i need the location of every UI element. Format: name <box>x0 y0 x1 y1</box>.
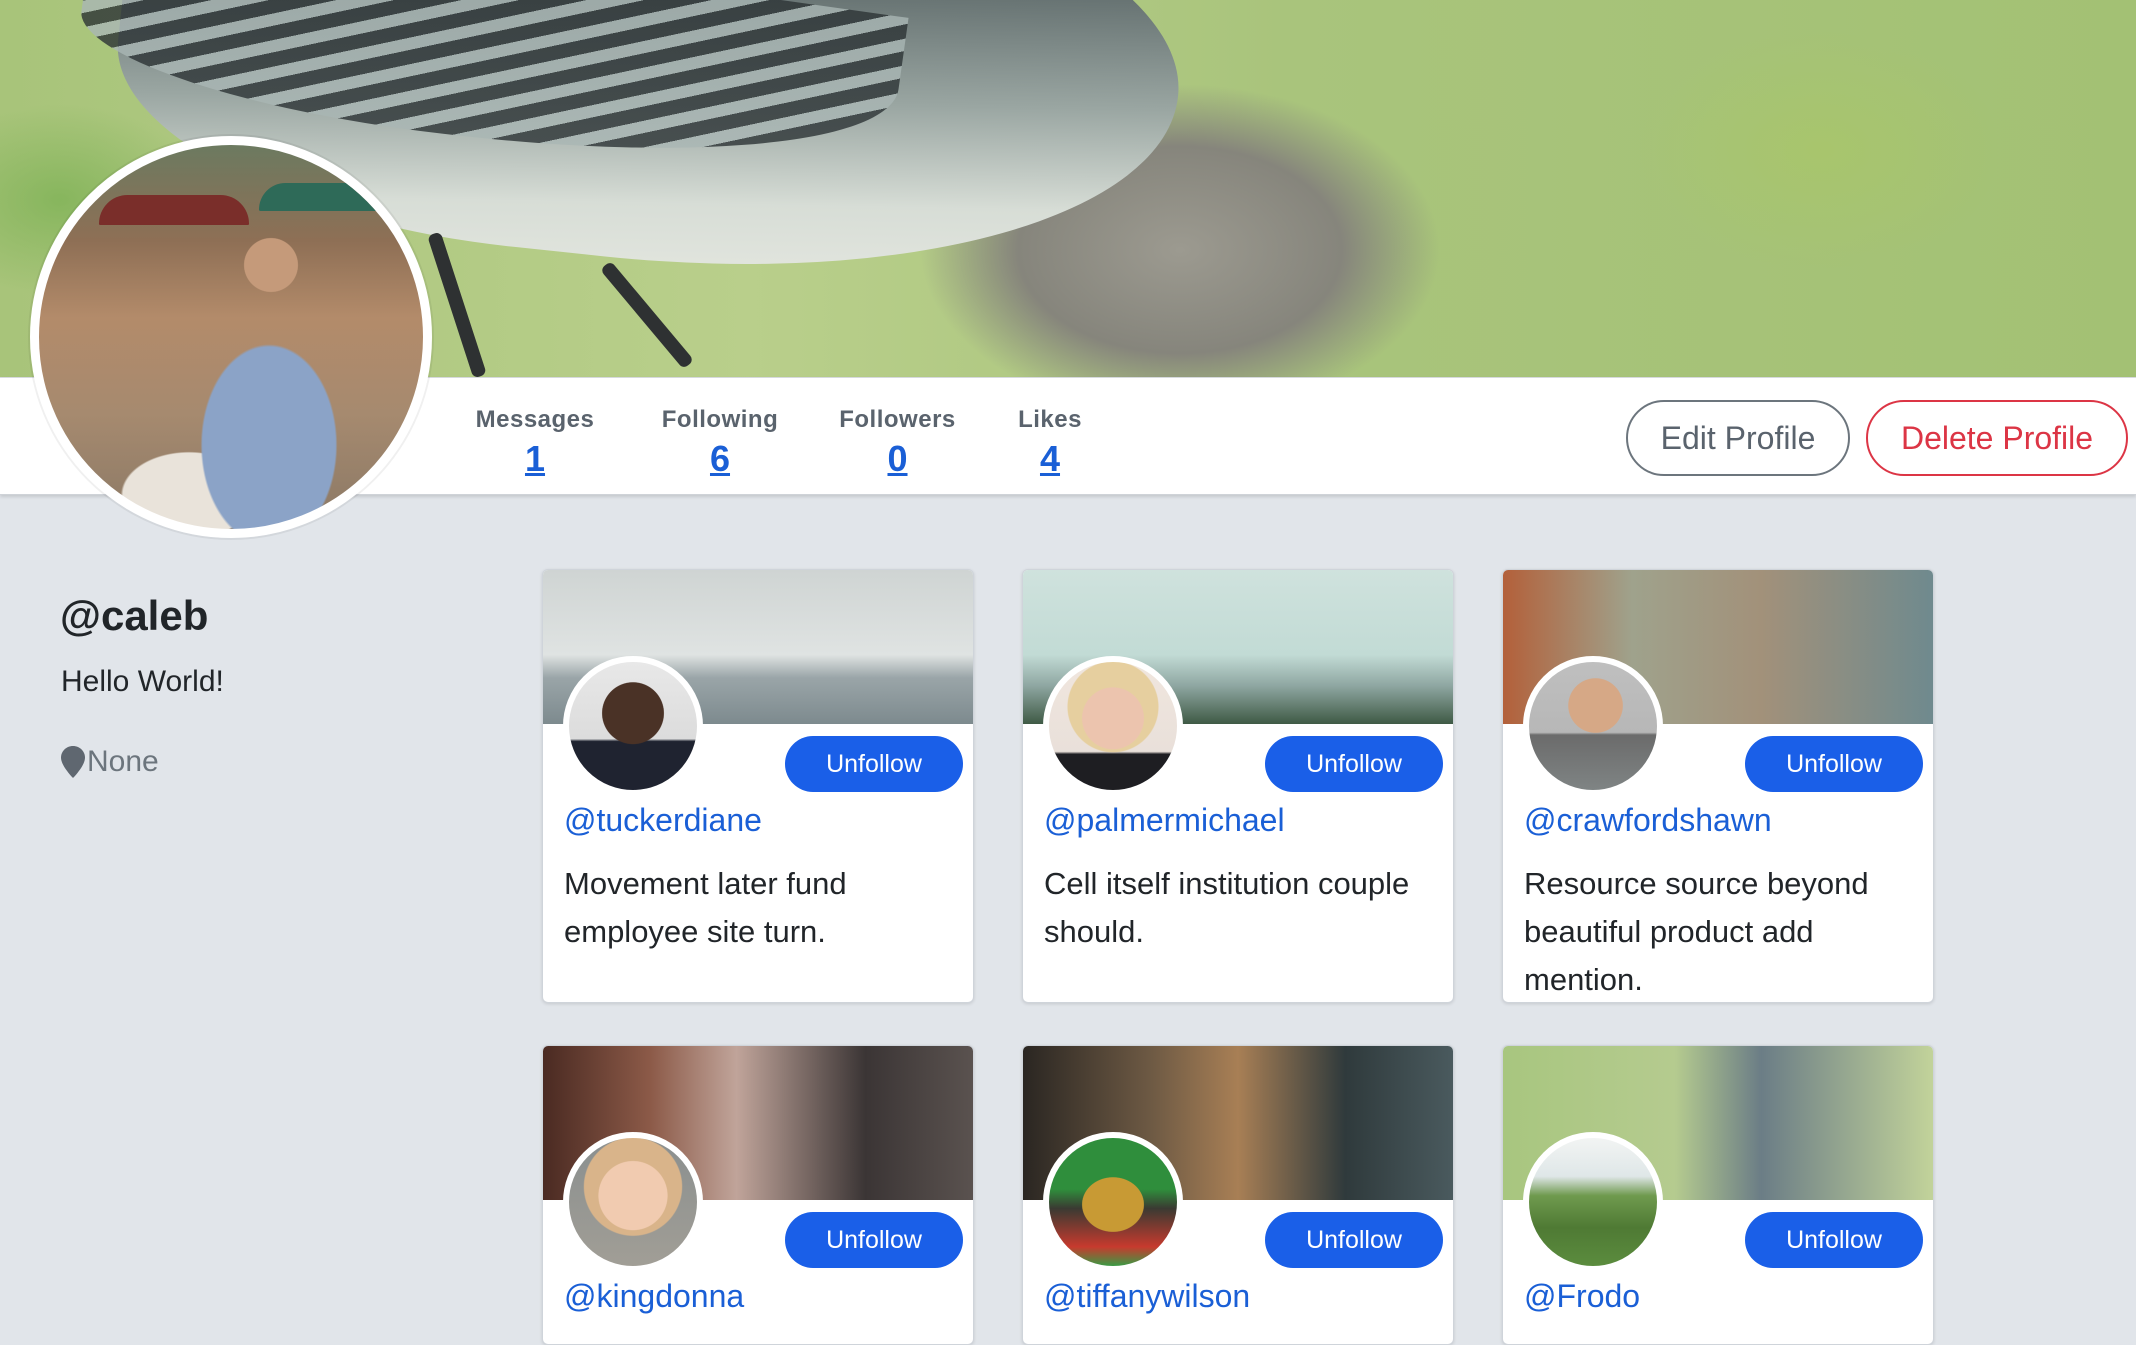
user-card: Unfollow @kingdonna <box>542 1045 974 1345</box>
user-card-username[interactable]: @palmermichael <box>1044 802 1285 839</box>
user-avatar <box>1523 1132 1663 1272</box>
stat-following: Following 6 <box>655 406 785 480</box>
unfollow-button[interactable]: Unfollow <box>1745 736 1923 792</box>
stat-likes: Likes 4 <box>1005 406 1095 480</box>
user-avatar <box>1523 656 1663 796</box>
stat-label: Messages <box>475 406 595 433</box>
user-card: Unfollow @crawfordshawn Resource source … <box>1502 569 1934 1003</box>
unfollow-button[interactable]: Unfollow <box>785 1212 963 1268</box>
user-card: Unfollow @palmermichael Cell itself inst… <box>1022 569 1454 1003</box>
user-card-username[interactable]: @tuckerdiane <box>564 802 762 839</box>
unfollow-button[interactable]: Unfollow <box>785 736 963 792</box>
profile-avatar <box>30 136 432 538</box>
unfollow-button[interactable]: Unfollow <box>1745 1212 1923 1268</box>
profile-bio: Hello World! <box>61 665 224 698</box>
unfollow-button[interactable]: Unfollow <box>1265 736 1443 792</box>
stat-label: Following <box>661 406 779 433</box>
user-card-bio: Movement later fund employee site turn. <box>564 866 847 949</box>
user-card-username[interactable]: @tiffanywilson <box>1044 1278 1250 1315</box>
user-card-username[interactable]: @kingdonna <box>564 1278 744 1315</box>
stat-value-link[interactable]: 0 <box>835 438 960 480</box>
stat-followers: Followers 0 <box>835 406 960 480</box>
stat-messages: Messages 1 <box>470 406 600 480</box>
user-card-username[interactable]: @Frodo <box>1524 1278 1640 1315</box>
bird-leg-graphic <box>599 260 695 370</box>
profile-location-text: None <box>87 745 159 778</box>
user-avatar <box>563 1132 703 1272</box>
stat-value-link[interactable]: 6 <box>655 438 785 480</box>
user-avatar <box>1043 656 1183 796</box>
user-avatar <box>563 656 703 796</box>
user-card: Unfollow @tiffanywilson <box>1022 1045 1454 1345</box>
user-card-username[interactable]: @crawfordshawn <box>1524 802 1772 839</box>
profile-username: @caleb <box>60 592 209 639</box>
stat-label: Followers <box>839 406 956 433</box>
umbrella-graphic <box>259 183 379 211</box>
user-avatar <box>1043 1132 1183 1272</box>
unfollow-button[interactable]: Unfollow <box>1265 1212 1443 1268</box>
delete-profile-button[interactable]: Delete Profile <box>1866 400 2128 476</box>
user-card: Unfollow @tuckerdiane Movement later fun… <box>542 569 974 1003</box>
user-card-bio: Resource source beyond beautiful product… <box>1524 866 1869 997</box>
stat-value-link[interactable]: 4 <box>1005 438 1095 480</box>
stat-label: Likes <box>1018 406 1082 433</box>
map-pin-icon <box>61 746 85 778</box>
bird-leg-graphic <box>427 231 487 377</box>
umbrella-graphic <box>99 195 249 225</box>
edit-profile-button[interactable]: Edit Profile <box>1626 400 1850 476</box>
stat-value-link[interactable]: 1 <box>470 438 600 480</box>
user-card: Unfollow @Frodo <box>1502 1045 1934 1345</box>
profile-location: None <box>61 745 159 779</box>
user-card-bio: Cell itself institution couple should. <box>1044 866 1410 949</box>
